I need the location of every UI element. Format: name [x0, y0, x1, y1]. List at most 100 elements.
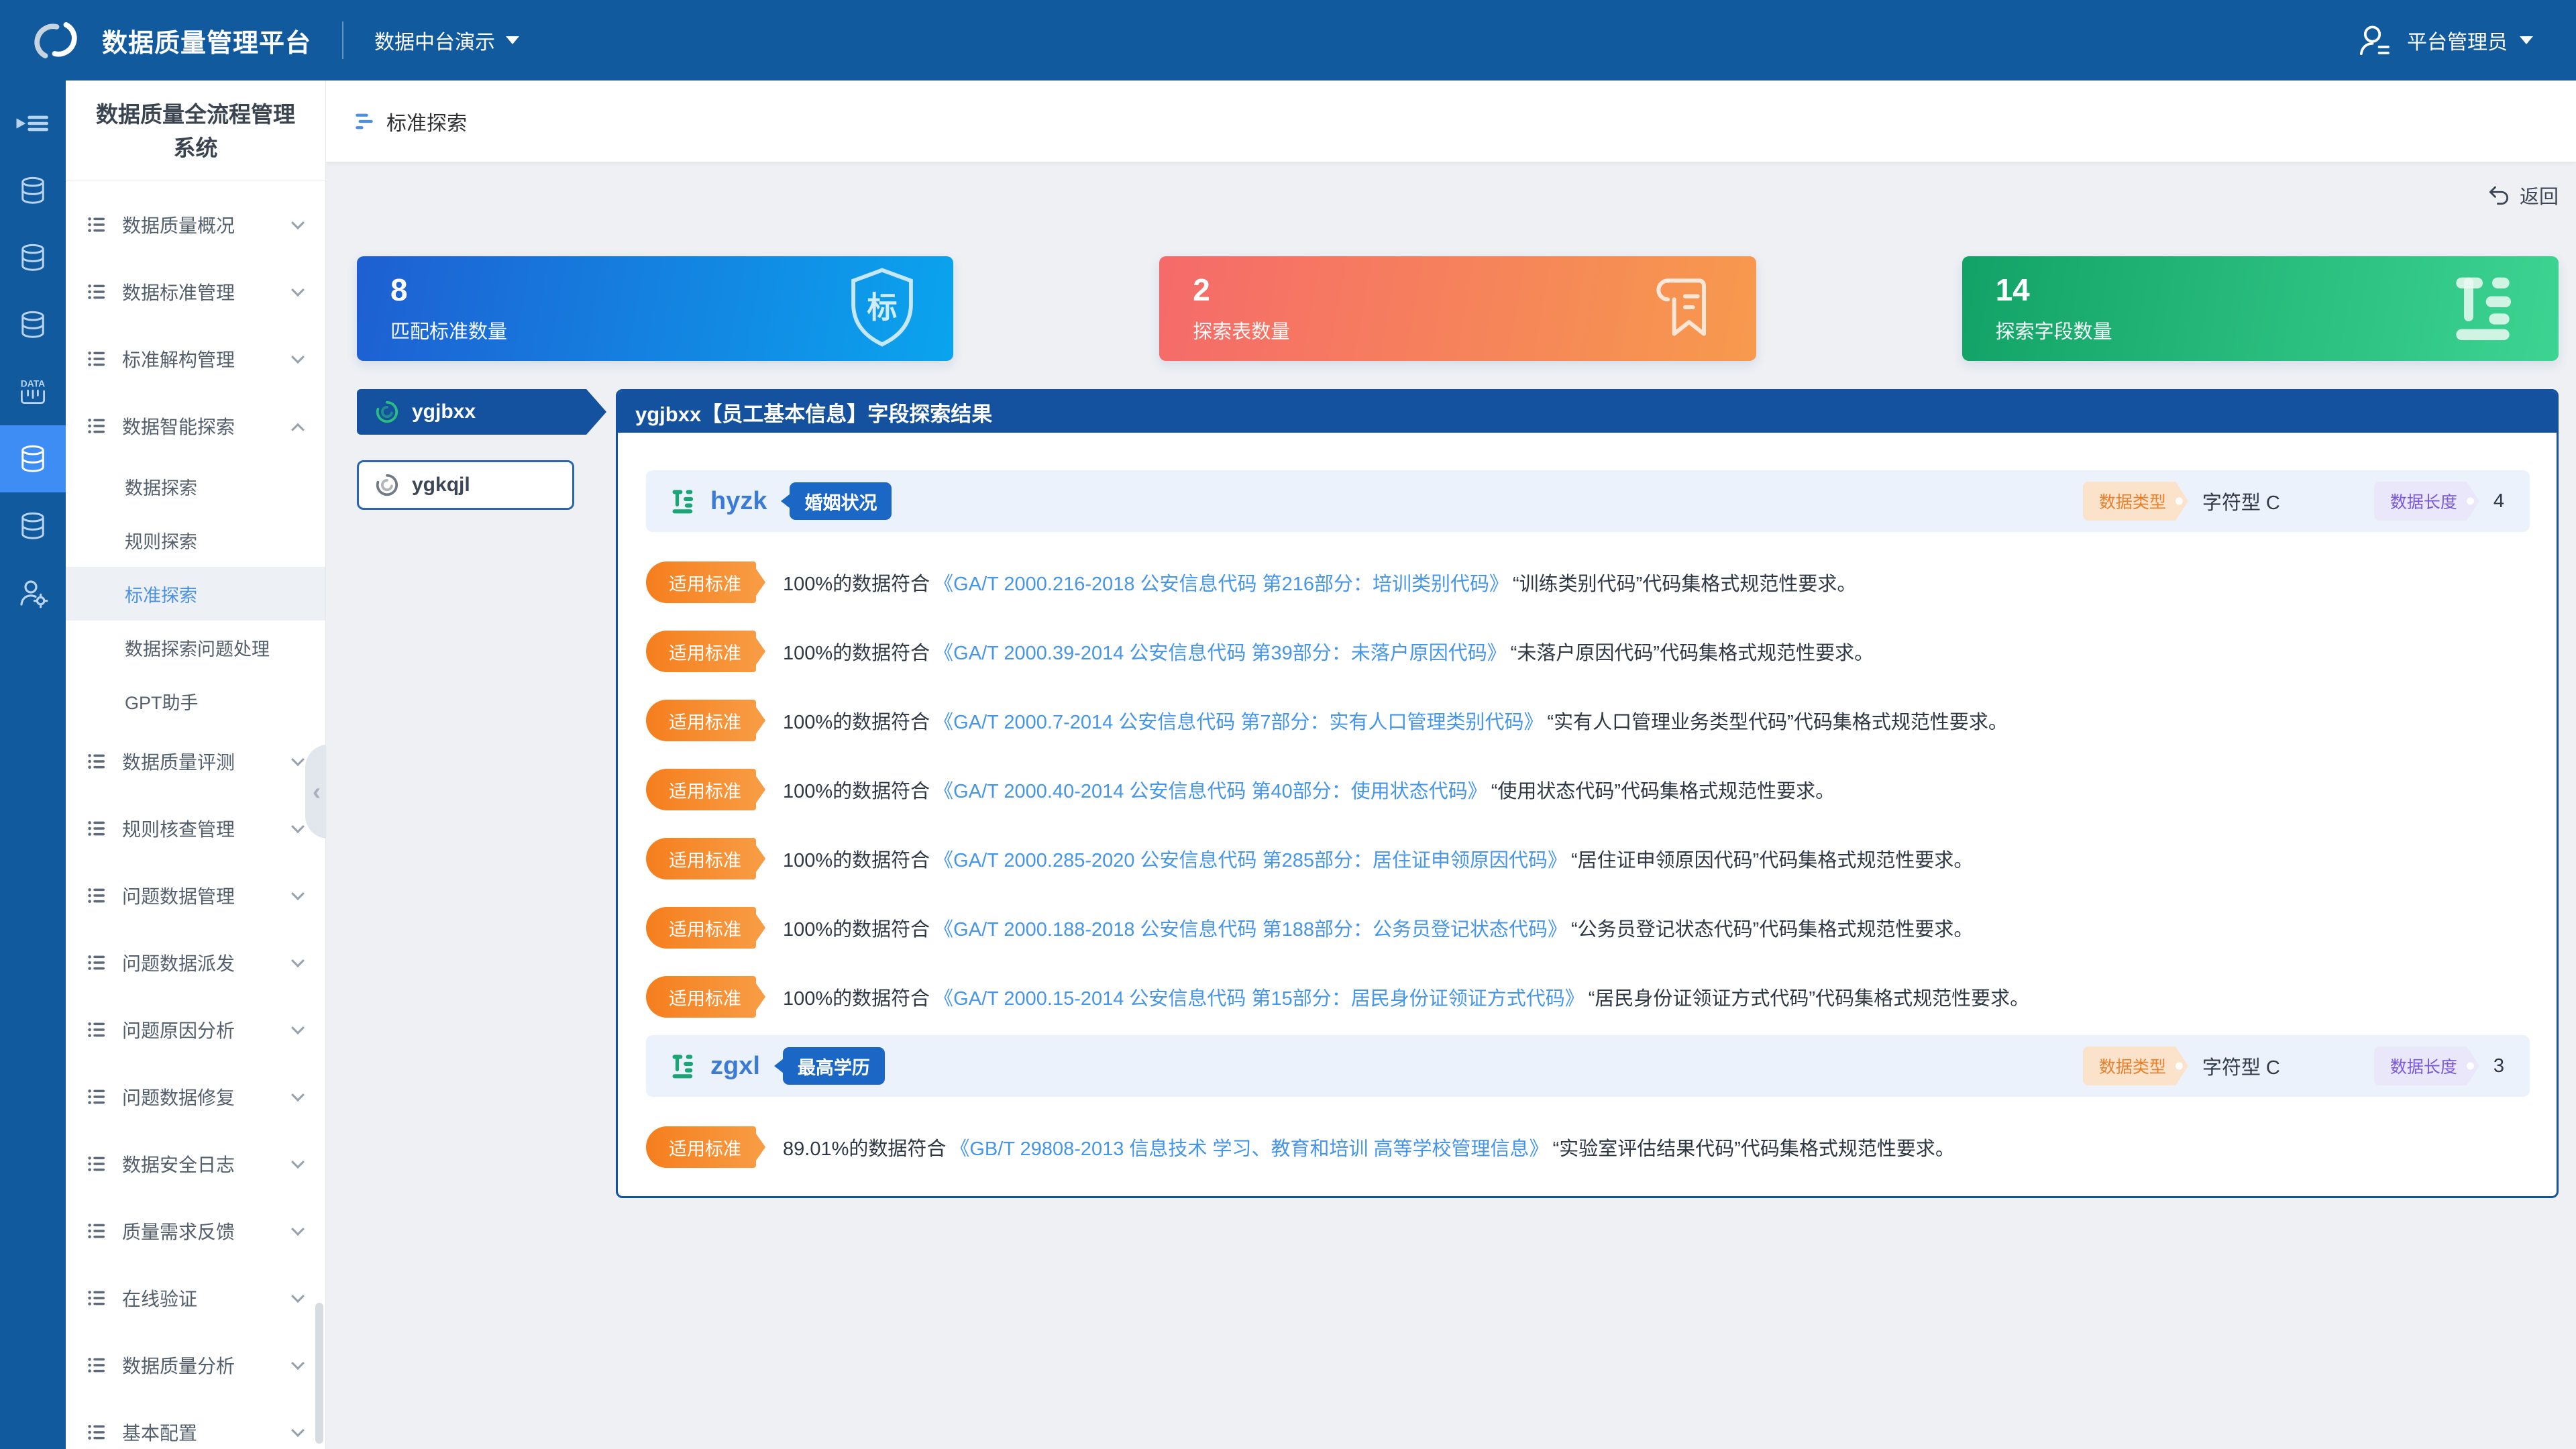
database-icon	[15, 443, 50, 475]
stat-value: 14	[1996, 273, 2112, 307]
standard-badge: 适用标准	[646, 907, 756, 949]
svg-text:标: 标	[867, 290, 898, 324]
standard-link[interactable]: 《GA/T 2000.39-2014 公安信息代码 第39部分：未落户原因代码》	[934, 643, 1507, 664]
rail-item-module-2[interactable]	[0, 224, 66, 291]
list-icon	[86, 1287, 107, 1309]
standard-prefix: 100%的数据符合	[783, 919, 930, 941]
data-type-tag: 数据类型	[2083, 482, 2176, 521]
sidebar-item-label: 在线验证	[122, 1285, 293, 1311]
stat-value: 8	[390, 273, 507, 307]
sidebar-scrollbar[interactable]	[315, 1303, 323, 1444]
sidebar-menu-item[interactable]: 标准解构管理	[66, 325, 325, 392]
standard-link[interactable]: 《GB/T 29808-2013 信息技术 学习、教育和培训 高等学校管理信息》	[950, 1138, 1548, 1160]
field-code: zgxl	[710, 1052, 760, 1081]
chevron-icon	[291, 423, 305, 437]
sidebar-submenu-label: 规则探索	[125, 527, 197, 553]
sidebar-menu-item[interactable]: 数据质量评测	[66, 728, 325, 795]
sidebar-menu-item[interactable]: 问题数据派发	[66, 929, 325, 996]
sidebar-menu-item[interactable]: 数据智能探索	[66, 392, 325, 460]
table-tabs: ygjbxx ygkqjl	[357, 389, 586, 510]
sidebar-menu-item[interactable]: 在线验证	[66, 1265, 325, 1332]
sidebar-menu-item[interactable]: 基本配置	[66, 1399, 325, 1449]
field-name-badge: 婚姻状况	[790, 482, 892, 520]
bookmark-table-icon	[1648, 266, 1723, 352]
chevron-icon	[291, 820, 305, 833]
workspace-dropdown[interactable]: 数据中台演示	[374, 25, 519, 55]
standard-badge: 适用标准	[646, 976, 756, 1018]
rail-item-module-3[interactable]	[0, 291, 66, 358]
list-icon	[86, 281, 107, 303]
explore-section: ygjbxx ygkqjl ygjbxx【员工基本信息】字段探索结果	[357, 389, 2559, 1198]
sidebar-item-label: 数据安全日志	[122, 1150, 293, 1177]
sidebar-menu-item[interactable]: 质量需求反馈	[66, 1197, 325, 1265]
sidebar-item-label: 问题数据派发	[122, 949, 293, 976]
chevron-icon	[291, 283, 305, 297]
standard-row: 适用标准 100%的数据符合《GA/T 2000.7-2014 公安信息代码 第…	[646, 700, 2530, 741]
sidebar-menu-item[interactable]: 数据安全日志	[66, 1130, 325, 1197]
chevron-icon	[291, 954, 305, 967]
sidebar-submenu-item[interactable]: GPT助手	[66, 674, 325, 728]
menu-group: 数据质量评测	[66, 728, 325, 795]
sidebar-menu-item[interactable]: 数据质量分析	[66, 1332, 325, 1399]
sidebar-menu-item[interactable]: 问题数据管理	[66, 862, 325, 929]
list-icon	[86, 1019, 107, 1040]
chevron-down-icon	[2520, 36, 2533, 44]
sidebar-submenu-item[interactable]: 数据探索	[66, 460, 325, 513]
standard-link[interactable]: 《GA/T 2000.188-2018 公安信息代码 第188部分：公务员登记状…	[934, 919, 1567, 941]
list-icon	[86, 885, 107, 906]
sidebar-menu-item[interactable]: 规则核查管理	[66, 795, 325, 862]
content: 返回 8 匹配标准数量 标	[326, 162, 2576, 1449]
data-type-value: 字符型 C	[2202, 1052, 2280, 1080]
standard-row: 适用标准 100%的数据符合《GA/T 2000.285-2020 公安信息代码…	[646, 838, 2530, 879]
chevron-icon	[291, 1424, 305, 1437]
data-length-value: 3	[2493, 1055, 2504, 1077]
result-panel: ygjbxx【员工基本信息】字段探索结果	[616, 389, 2559, 1198]
standard-badge: 适用标准	[646, 561, 756, 603]
rail-item-data-module[interactable]: DATA	[0, 358, 66, 425]
sidebar-item-label: 数据质量评测	[122, 748, 293, 775]
standard-row: 适用标准 100%的数据符合《GA/T 2000.188-2018 公安信息代码…	[646, 907, 2530, 949]
sidebar-submenu-item[interactable]: 数据探索问题处理	[66, 621, 325, 674]
menu-group: 数据质量概况	[66, 191, 325, 258]
standard-link[interactable]: 《GA/T 2000.7-2014 公安信息代码 第7部分：实有人口管理类别代码…	[934, 712, 1543, 733]
standard-link[interactable]: 《GA/T 2000.285-2020 公安信息代码 第285部分：居住证申领原…	[934, 850, 1567, 871]
standard-link[interactable]: 《GA/T 2000.40-2014 公安信息代码 第40部分：使用状态代码》	[934, 781, 1487, 802]
sidebar-collapse-handle[interactable]: ‹	[305, 745, 326, 839]
sidebar-menu-item[interactable]: 数据质量概况	[66, 191, 325, 258]
rail-item-module-4[interactable]	[0, 492, 66, 559]
menu-group: 数据安全日志	[66, 1130, 325, 1197]
sidebar-menu-item[interactable]: 数据标准管理	[66, 258, 325, 325]
rail-item-quality-module[interactable]	[0, 425, 66, 492]
sidebar-submenu-item[interactable]: 规则探索	[66, 513, 325, 567]
standard-suffix: “未落户原因代码”代码集格式规范性要求。	[1511, 643, 1874, 664]
back-button[interactable]: 返回	[2486, 181, 2559, 209]
standard-text: 100%的数据符合《GA/T 2000.40-2014 公安信息代码 第40部分…	[783, 775, 1835, 804]
table-tab[interactable]: ygkqjl	[357, 460, 574, 510]
standard-link[interactable]: 《GA/T 2000.15-2014 公安信息代码 第15部分：居民身份证领证方…	[934, 988, 1585, 1010]
svg-text:DATA: DATA	[21, 378, 45, 389]
logo-swirl-icon	[31, 15, 80, 65]
standard-prefix: 100%的数据符合	[783, 781, 930, 802]
standard-link[interactable]: 《GA/T 2000.216-2018 公安信息代码 第216部分：培训类别代码…	[934, 574, 1509, 595]
menu-collapse-icon	[15, 107, 50, 140]
standard-badge: 适用标准	[646, 631, 756, 672]
field-meta: 数据类型 字符型 C 数据长度 3	[2083, 1046, 2504, 1085]
data-type-value: 字符型 C	[2202, 487, 2280, 515]
user-dropdown[interactable]: 平台管理员	[2356, 22, 2533, 58]
sidebar-submenu-item[interactable]: 标准探索	[66, 567, 325, 621]
rail-item-menu-toggle[interactable]	[0, 90, 66, 157]
sidebar-submenu-label: GPT助手	[125, 688, 199, 714]
result-panel-body: hyzk 婚姻状况 数据类型 字符型 C 数据长度 4	[618, 433, 2557, 1196]
sidebar-menu-item[interactable]: 问题原因分析	[66, 996, 325, 1063]
table-tab[interactable]: ygjbxx	[357, 389, 586, 435]
standard-row: 适用标准 100%的数据符合《GA/T 2000.15-2014 公安信息代码 …	[646, 976, 2530, 1018]
rail-item-module-1[interactable]	[0, 157, 66, 224]
tab-standard-explore[interactable]: 标准探索	[353, 107, 467, 136]
menu-group: 标准解构管理	[66, 325, 325, 392]
rail-item-user-admin[interactable]	[0, 559, 66, 627]
standard-row: 适用标准 100%的数据符合《GA/T 2000.40-2014 公安信息代码 …	[646, 769, 2530, 810]
sidebar-item-label: 数据质量分析	[122, 1352, 293, 1379]
stat-text: 14 探索字段数量	[1996, 273, 2112, 345]
data-length-tag: 数据长度	[2374, 1046, 2467, 1085]
sidebar-menu-item[interactable]: 问题数据修复	[66, 1063, 325, 1130]
